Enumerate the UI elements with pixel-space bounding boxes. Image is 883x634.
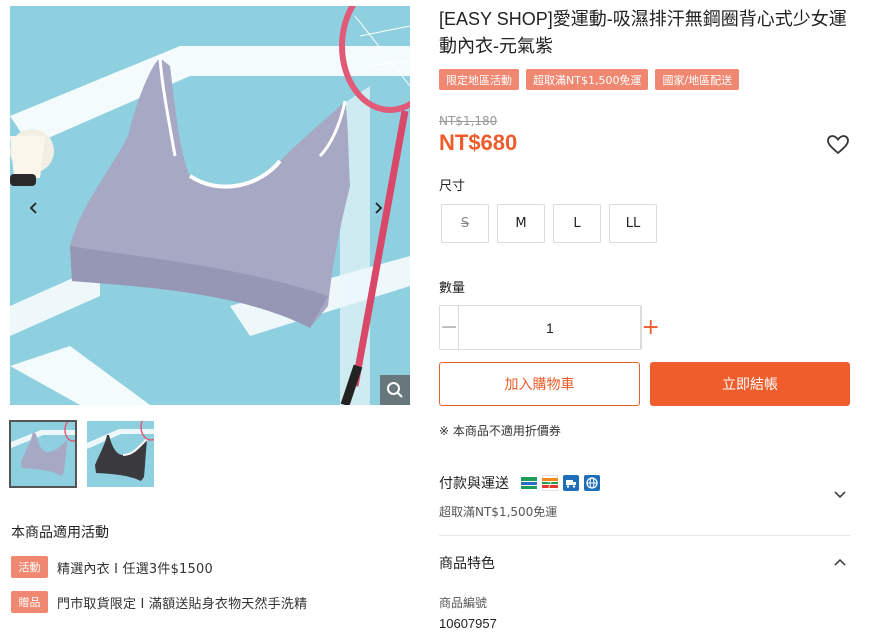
- product-number-label: 商品編號: [439, 596, 488, 610]
- size-option-ll[interactable]: LL: [609, 204, 657, 243]
- quantity-decrease-button[interactable]: −: [440, 306, 460, 349]
- promotion-text: 精選內衣 I 任選3件$1500: [57, 561, 213, 577]
- buy-now-button[interactable]: 立即結帳: [650, 362, 850, 406]
- global-shipping-icon: [584, 475, 600, 491]
- prev-image-button[interactable]: [22, 196, 46, 220]
- tag-country-delivery[interactable]: 國家/地區配送: [655, 69, 740, 90]
- tag-free-shipping[interactable]: 超取滿NT$1,500免運: [526, 69, 649, 90]
- quantity-label: 數量: [439, 281, 466, 296]
- quantity-increase-button[interactable]: +: [640, 306, 660, 349]
- promotion-text: 門市取貨限定 I 滿額送貼身衣物天然手洗精: [57, 596, 308, 612]
- size-option-m[interactable]: M: [497, 204, 545, 243]
- promotion-item[interactable]: 贈品 門市取貨限定 I 滿額送貼身衣物天然手洗精: [11, 591, 307, 613]
- product-number-value: 10607957: [439, 616, 497, 631]
- size-label: 尺寸: [439, 179, 466, 194]
- size-option-l[interactable]: L: [553, 204, 601, 243]
- payment-shipping-section[interactable]: 付款與運送 7 超取滿NT$1,500免運: [439, 467, 850, 527]
- thumbnail-black[interactable]: [87, 421, 154, 487]
- next-image-button[interactable]: [366, 196, 390, 220]
- add-to-cart-button[interactable]: 加入購物車: [439, 362, 640, 406]
- seven-eleven-icon: 7: [542, 475, 558, 491]
- original-price: NT$1,180: [439, 114, 498, 128]
- size-options: S M L LL: [441, 204, 657, 243]
- shipping-subtitle: 超取滿NT$1,500免運: [439, 505, 558, 519]
- zoom-button[interactable]: [380, 375, 410, 405]
- familymart-icon: [521, 475, 537, 491]
- home-delivery-icon: [563, 475, 579, 491]
- promotion-badge: 活動: [11, 556, 48, 578]
- heart-outline-icon: [827, 135, 849, 155]
- product-tags: 限定地區活動 超取滿NT$1,500免運 國家/地區配送: [439, 69, 740, 90]
- shipping-method-icons: 7: [521, 475, 600, 491]
- promotion-item[interactable]: 活動 精選內衣 I 任選3件$1500: [11, 556, 213, 578]
- thumbnail-purple[interactable]: [9, 420, 77, 488]
- product-title: [EASY SHOP]愛運動-吸濕排汗無鋼圈背心式少女運動內衣-元氣紫: [439, 9, 847, 56]
- payment-shipping-title: 付款與運送: [439, 476, 509, 492]
- svg-text:7: 7: [547, 480, 552, 490]
- chevron-up-icon: [834, 558, 846, 566]
- thumbnail-image: [11, 422, 75, 486]
- favorite-button[interactable]: [826, 133, 850, 157]
- tag-regional-event[interactable]: 限定地區活動: [439, 69, 519, 90]
- size-option-s[interactable]: S: [441, 204, 489, 243]
- section-divider: [439, 535, 850, 536]
- chevron-down-icon: [834, 491, 846, 499]
- promotion-badge: 贈品: [11, 591, 48, 613]
- thumbnail-image: [87, 421, 154, 487]
- quantity-input[interactable]: [459, 306, 641, 349]
- main-product-image[interactable]: [10, 6, 410, 405]
- product-features-section[interactable]: 商品特色: [439, 545, 850, 579]
- chevron-left-icon: [29, 202, 37, 214]
- magnifier-icon: [387, 382, 403, 398]
- quantity-stepper: − +: [439, 305, 660, 350]
- product-photo: [10, 6, 410, 405]
- coupon-note: ※ 本商品不適用折價券: [439, 424, 561, 438]
- chevron-right-icon: [375, 202, 383, 214]
- product-features-title: 商品特色: [439, 556, 495, 572]
- sale-price: NT$680: [439, 130, 518, 155]
- promotions-title: 本商品適用活動: [11, 525, 109, 541]
